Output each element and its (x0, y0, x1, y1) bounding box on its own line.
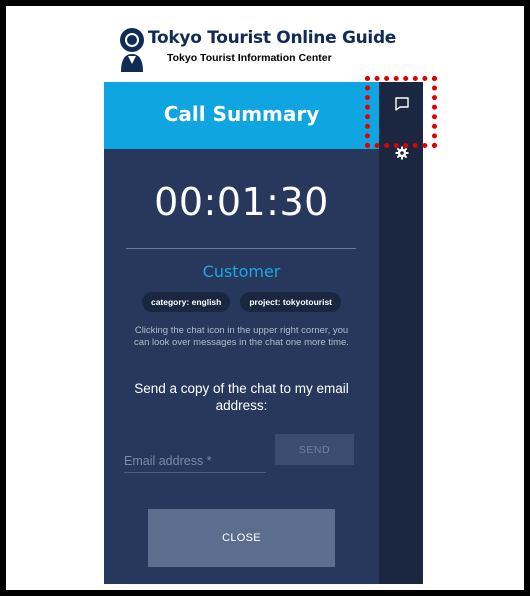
side-rail (379, 82, 423, 584)
panel-title: Call Summary (163, 102, 320, 126)
guide-person-logo-icon (120, 28, 144, 72)
tag-list: category: english project: tokyotourist (104, 292, 379, 312)
send-button[interactable]: SEND (275, 434, 354, 465)
panel-header: Call Summary (104, 82, 379, 149)
tag-category: category: english (141, 292, 231, 312)
gear-icon[interactable] (395, 146, 409, 160)
brand-subtitle: Tokyo Tourist Information Center (167, 52, 332, 64)
divider (126, 248, 356, 249)
tag-project: project: tokyotourist (240, 292, 342, 312)
email-field[interactable] (124, 450, 266, 473)
send-copy-text: Send a copy of the chat to my email addr… (134, 381, 349, 413)
call-summary-panel: Call Summary 00:01:30 Customer category:… (104, 82, 379, 584)
brand-title: Tokyo Tourist Online Guide (148, 28, 397, 48)
chat-info-text: Clicking the chat icon in the upper righ… (134, 325, 349, 348)
close-button[interactable]: CLOSE (148, 509, 335, 567)
brand-header: Tokyo Tourist Online Guide Tokyo Tourist… (99, 20, 417, 76)
call-duration-timer: 00:01:30 (154, 180, 329, 224)
chat-icon-highlight (365, 76, 437, 148)
customer-label: Customer (202, 262, 281, 281)
